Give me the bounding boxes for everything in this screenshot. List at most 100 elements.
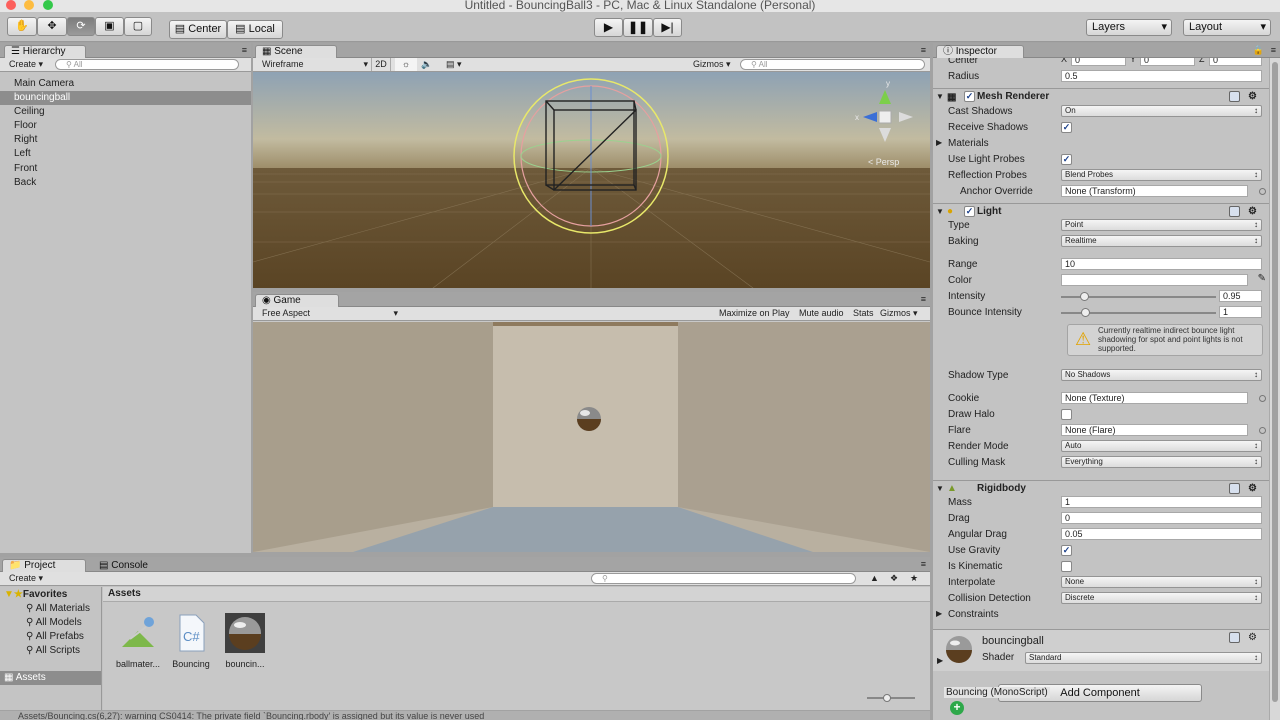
pivot-local-button[interactable]: ▤ Local [227, 20, 283, 39]
game-viewport[interactable] [253, 322, 930, 552]
icon-size-slider-thumb[interactable] [883, 694, 891, 702]
assets-breadcrumb[interactable]: Assets [103, 587, 930, 602]
color-swatch[interactable] [1061, 274, 1248, 286]
filter-by-type-icon[interactable]: ▲ [870, 572, 879, 585]
status-bar[interactable]: Assets/Bouncing.cs(6,27): warning CS0414… [0, 711, 930, 720]
asset-ballmaterial[interactable]: ballmater... [110, 613, 166, 669]
render-mode-dropdown[interactable]: Auto [1061, 440, 1262, 452]
asset-bouncingball-material[interactable]: bouncin... [217, 613, 273, 669]
material-preview-icon[interactable] [945, 635, 973, 663]
assets-folder-node[interactable]: ▦ Assets [0, 671, 101, 685]
foldout-arrow-icon[interactable]: ▼ [936, 481, 944, 496]
hierarchy-item-bouncingball[interactable]: bouncingball [0, 91, 251, 105]
fav-all-models[interactable]: ⚲ All Models [26, 617, 82, 628]
scene-viewport[interactable]: y x < Persp [253, 72, 930, 288]
rotate-tool-button[interactable]: ⟳ [67, 17, 95, 36]
flare-field[interactable]: None (Flare) [1061, 424, 1248, 436]
panel-menu-icon[interactable]: ≡ [921, 45, 926, 55]
favorite-star-icon[interactable]: ★ [910, 572, 918, 585]
center-z-field[interactable]: 0 [1209, 58, 1262, 66]
interpolate-dropdown[interactable]: None [1061, 576, 1262, 588]
object-picker-icon[interactable] [1259, 188, 1266, 195]
intensity-slider[interactable] [1061, 292, 1216, 301]
hierarchy-item-main-camera[interactable]: Main Camera [0, 77, 251, 91]
hierarchy-item-front[interactable]: Front [0, 162, 251, 176]
icon-size-slider[interactable] [867, 694, 915, 702]
favorites-node[interactable]: ▼★Favorites [4, 589, 67, 600]
eyedropper-icon[interactable]: ✎ [1258, 273, 1266, 284]
panel-menu-icon[interactable]: ≡ [921, 294, 926, 304]
tab-hierarchy[interactable]: ☰ Hierarchy [4, 45, 86, 58]
constraints-row[interactable]: ▶ Constraints [933, 607, 1269, 623]
mesh-renderer-header[interactable]: ▼ ▦ ✓ Mesh Renderer ⚙ [933, 88, 1269, 105]
filter-by-label-icon[interactable]: ❖ [890, 572, 898, 585]
mesh-renderer-enabled-checkbox[interactable]: ✓ [964, 91, 975, 102]
use-gravity-checkbox[interactable]: ✓ [1061, 545, 1072, 556]
shading-mode-dropdown[interactable]: Wireframe ▾ [262, 58, 368, 71]
hand-tool-button[interactable]: ✋ [7, 17, 37, 36]
inspector-scrollbar-thumb[interactable] [1272, 62, 1278, 702]
fav-all-prefabs[interactable]: ⚲ All Prefabs [26, 631, 84, 642]
hierarchy-item-back[interactable]: Back [0, 176, 251, 190]
foldout-arrow-icon[interactable]: ▼ [936, 204, 944, 219]
tab-scene[interactable]: ▦ Scene [255, 45, 337, 58]
receive-shadows-checkbox[interactable]: ✓ [1061, 122, 1072, 133]
hierarchy-item-right[interactable]: Right [0, 133, 251, 147]
cast-shadows-dropdown[interactable]: On [1061, 105, 1262, 117]
hierarchy-item-floor[interactable]: Floor [0, 119, 251, 133]
is-kinematic-checkbox[interactable] [1061, 561, 1072, 572]
scene-search-input[interactable]: ⚲ All [740, 59, 925, 70]
bounce-intensity-slider-thumb[interactable] [1081, 308, 1091, 317]
help-book-icon[interactable] [1229, 206, 1240, 217]
draw-halo-checkbox[interactable] [1061, 409, 1072, 420]
tab-project[interactable]: 📁 Project [2, 559, 86, 572]
light-enabled-checkbox[interactable]: ✓ [964, 206, 975, 217]
foldout-arrow-icon[interactable]: ▶ [936, 609, 942, 618]
center-y-field[interactable]: 0 [1140, 58, 1195, 66]
gizmos-dropdown[interactable]: Gizmos ▾ [693, 58, 731, 71]
shadow-type-dropdown[interactable]: No Shadows [1061, 369, 1262, 381]
radius-field[interactable]: 0.5 [1061, 70, 1262, 82]
toggle-2d-button[interactable]: 2D [371, 58, 391, 71]
game-gizmos-dropdown[interactable]: Gizmos ▾ [880, 307, 918, 320]
asset-bouncing-script[interactable]: C# Bouncing [163, 613, 219, 669]
tab-game[interactable]: ◉ Game [255, 294, 339, 307]
move-tool-button[interactable]: ✥ [37, 17, 67, 36]
help-book-icon[interactable] [1229, 483, 1240, 494]
rect-tool-button[interactable]: ▢ [124, 17, 152, 36]
panel-menu-icon[interactable]: ≡ [921, 559, 926, 569]
tab-console[interactable]: ▤ Console [92, 559, 172, 572]
gear-icon[interactable]: ⚙ [1248, 481, 1257, 496]
range-field[interactable]: 10 [1061, 258, 1262, 270]
intensity-slider-thumb[interactable] [1079, 292, 1089, 301]
shader-dropdown[interactable]: Standard [1025, 652, 1262, 664]
object-picker-icon[interactable] [1259, 395, 1266, 402]
step-button[interactable]: ▶| [653, 18, 682, 37]
use-light-probes-checkbox[interactable]: ✓ [1061, 154, 1072, 165]
scale-tool-button[interactable]: ▣ [95, 17, 124, 36]
bounce-intensity-field[interactable]: 1 [1219, 306, 1262, 318]
lock-icon[interactable]: 🔒 [1253, 45, 1264, 56]
fav-all-scripts[interactable]: ⚲ All Scripts [26, 645, 80, 656]
cookie-field[interactable]: None (Texture) [1061, 392, 1248, 404]
layers-dropdown[interactable]: Layers ▾ [1086, 19, 1172, 36]
aspect-dropdown[interactable]: Free Aspect ▾ [262, 307, 398, 320]
mass-field[interactable]: 1 [1061, 496, 1262, 508]
light-type-dropdown[interactable]: Point [1061, 219, 1262, 231]
hierarchy-item-left[interactable]: Left [0, 147, 251, 161]
audio-toggle-icon[interactable]: 🔈 [421, 58, 432, 71]
minimize-window-icon[interactable] [24, 0, 34, 10]
panel-menu-icon[interactable]: ≡ [242, 45, 247, 55]
hierarchy-create-button[interactable]: Create ▾ [9, 58, 43, 71]
foldout-arrow-icon[interactable]: ▼ [936, 89, 944, 104]
zoom-window-icon[interactable] [43, 0, 53, 10]
materials-row[interactable]: ▶ Materials [933, 136, 1269, 152]
gear-icon[interactable]: ⚙ [1248, 204, 1257, 219]
bounce-intensity-slider[interactable] [1061, 308, 1216, 317]
object-picker-icon[interactable] [1259, 427, 1266, 434]
foldout-arrow-icon[interactable]: ▶ [936, 138, 942, 147]
tab-inspector[interactable]: ⓘ Inspector [936, 45, 1024, 58]
layout-dropdown[interactable]: Layout ▾ [1183, 19, 1271, 36]
inspector-scrollbar[interactable] [1269, 58, 1280, 720]
lighting-toggle-icon[interactable]: ☼ [395, 58, 417, 71]
